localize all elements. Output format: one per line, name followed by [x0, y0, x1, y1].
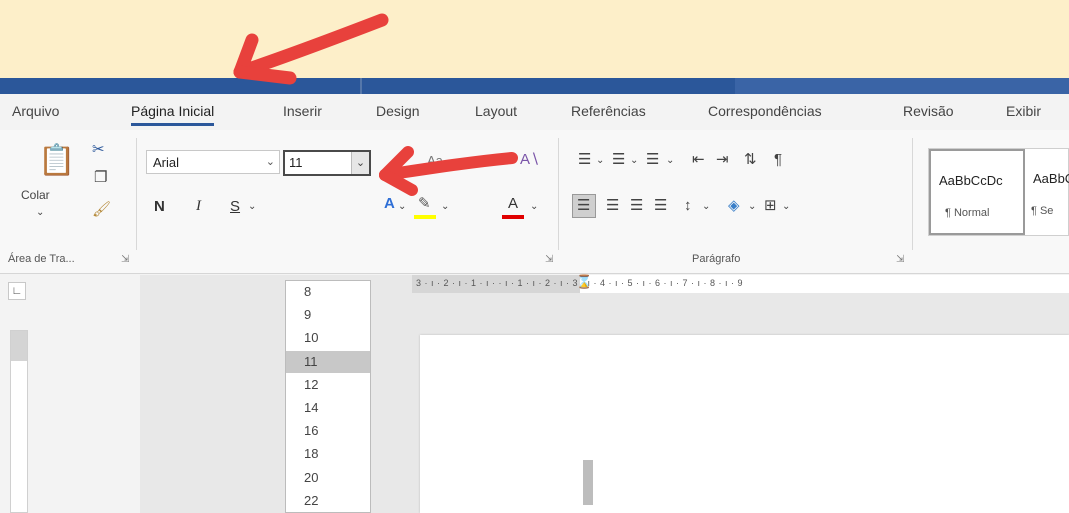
tab-layout[interactable]: Layout [475, 103, 517, 119]
highlight-icon[interactable]: ✎ [418, 196, 431, 211]
align-center-icon[interactable]: ☰ [606, 198, 619, 213]
style-preview: AaBbCcDc [939, 173, 1003, 188]
decrease-indent-icon[interactable]: ⇤ [692, 152, 705, 167]
group-separator [558, 138, 559, 250]
multilevel-dropdown-icon[interactable]: ⌄ [666, 156, 674, 166]
underline-button[interactable]: S [230, 198, 240, 215]
align-right-icon[interactable]: ☰ [630, 198, 643, 213]
font-size-option[interactable]: 14 [286, 397, 370, 419]
borders-icon[interactable]: ⊞ [764, 198, 777, 213]
ribbon-tabs: Arquivo Página Inicial Inserir Design La… [0, 94, 1069, 130]
font-size-option[interactable]: 18 [286, 443, 370, 465]
shading-dropdown-icon[interactable]: ⌄ [748, 202, 756, 212]
font-color-bar [502, 215, 524, 219]
tab-correspondencias[interactable]: Correspondências [708, 103, 822, 119]
font-size-option[interactable]: 16 [286, 420, 370, 442]
copy-icon[interactable]: ❐ [94, 170, 107, 185]
underline-dropdown-icon[interactable]: ⌄ [248, 202, 256, 212]
tab-inserir[interactable]: Inserir [283, 103, 322, 119]
tab-referencias[interactable]: Referências [571, 103, 646, 119]
indent-marker-icon[interactable]: ⌛ [576, 275, 592, 288]
paragraph-launcher-icon[interactable]: ⇲ [896, 254, 904, 265]
font-color-icon[interactable]: A [508, 196, 518, 211]
highlight-color-bar [414, 215, 436, 219]
font-size-option[interactable]: 20 [286, 467, 370, 489]
font-size-option-selected[interactable]: 11 [286, 350, 370, 373]
title-bar-search-area[interactable] [735, 78, 1069, 94]
style-normal[interactable]: AaBbCcDc ¶ Normal [929, 149, 1025, 235]
sort-icon[interactable]: ⇅ [744, 152, 757, 167]
line-spacing-dropdown-icon[interactable]: ⌄ [702, 202, 710, 212]
numbering-dropdown-icon[interactable]: ⌄ [630, 156, 638, 166]
document-workspace: ∟ 3 · ı · 2 · ı · 1 · ı · · ı · 1 · ı · … [0, 275, 1069, 513]
tab-design[interactable]: Design [376, 103, 420, 119]
word-app: Arquivo Página Inicial Inserir Design La… [0, 94, 1069, 513]
clipboard-launcher-icon[interactable]: ⇲ [121, 254, 129, 265]
font-size-combobox[interactable]: 11 ⌄ [283, 150, 371, 176]
align-left-icon: ☰ [577, 197, 591, 214]
font-size-option[interactable]: 22 [286, 490, 370, 512]
chevron-down-icon[interactable]: ⌄ [266, 155, 275, 168]
left-pane: ∟ [0, 275, 140, 513]
font-size-dropdown-button[interactable]: ⌄ [351, 152, 369, 174]
change-case-icon[interactable]: Aa ⌄ [427, 154, 457, 167]
style-name: ¶ Normal [945, 207, 990, 219]
bullets-dropdown-icon[interactable]: ⌄ [596, 156, 604, 166]
title-bar-separator [360, 78, 362, 94]
shading-icon[interactable]: ◈ [728, 198, 740, 213]
multilevel-list-icon[interactable]: ☰ [646, 152, 659, 167]
highlight-dropdown-icon[interactable]: ⌄ [441, 202, 449, 212]
pilcrow-icon[interactable]: ¶ [774, 152, 782, 167]
tab-pagina-inicial[interactable]: Página Inicial [131, 103, 215, 126]
banner-background [0, 0, 1069, 78]
group-separator [136, 138, 137, 250]
line-spacing-icon[interactable]: ↕ [684, 198, 692, 213]
italic-button[interactable]: I [196, 198, 201, 215]
font-size-value: 11 [289, 155, 303, 170]
format-painter-icon[interactable]: 🖌 [92, 202, 111, 217]
document-page[interactable] [420, 335, 1069, 513]
numbering-icon[interactable]: ☰ [612, 152, 625, 167]
title-bar [0, 78, 1069, 94]
font-size-option[interactable]: 10 [286, 327, 370, 349]
canvas-left [140, 275, 412, 513]
font-size-option[interactable]: 8 [286, 281, 370, 303]
font-size-dropdown-list: 8 9 10 11 12 14 16 18 20 22 [285, 280, 371, 513]
bold-button[interactable]: N [154, 198, 165, 215]
increase-indent-icon[interactable]: ⇥ [716, 152, 729, 167]
styles-gallery: AaBbCcDc ¶ Normal AaBbCcDc ¶ Se [928, 148, 1069, 236]
style-sem-espacamento[interactable]: AaBbCcDc ¶ Se [1027, 149, 1069, 235]
borders-dropdown-icon[interactable]: ⌄ [782, 202, 790, 212]
text-cursor [583, 460, 593, 505]
tab-exibir[interactable]: Exibir [1006, 103, 1041, 119]
cut-icon[interactable]: ✂ [92, 142, 105, 157]
font-name-combobox[interactable]: Arial ⌄ [146, 150, 280, 174]
ribbon: 📋 Colar ⌄ ✂ ❐ 🖌 Área de Tra... ⇲ Arial ⌄… [0, 130, 1069, 274]
style-preview: AaBbCcDc [1033, 171, 1069, 186]
font-size-option[interactable]: 9 [286, 304, 370, 326]
font-name-value: Arial [153, 155, 180, 170]
clear-formatting-icon[interactable]: A∖ [520, 152, 540, 167]
text-effects-icon[interactable]: A [384, 196, 395, 211]
justify-icon[interactable]: ☰ [654, 198, 667, 213]
bullets-icon[interactable]: ☰ [578, 152, 591, 167]
tab-arquivo[interactable]: Arquivo [12, 103, 59, 119]
paste-dropdown-icon[interactable]: ⌄ [36, 208, 44, 218]
style-name: ¶ Se [1031, 205, 1054, 217]
clipboard-group-label: Área de Tra... [8, 253, 75, 265]
paragraph-group-label: Parágrafo [692, 253, 741, 265]
font-color-dropdown-icon[interactable]: ⌄ [530, 202, 538, 212]
tab-revisao[interactable]: Revisão [903, 103, 954, 119]
vertical-ruler-margin [11, 331, 27, 361]
tab-stop-selector[interactable]: ∟ [8, 282, 26, 300]
vertical-ruler[interactable] [10, 330, 28, 513]
font-launcher-icon[interactable]: ⇲ [545, 254, 553, 265]
text-effects-dropdown-icon[interactable]: ⌄ [398, 202, 406, 212]
paste-label[interactable]: Colar [21, 188, 50, 202]
group-separator [912, 138, 913, 250]
font-size-option[interactable]: 12 [286, 374, 370, 396]
paste-icon[interactable]: 📋 [38, 146, 75, 176]
